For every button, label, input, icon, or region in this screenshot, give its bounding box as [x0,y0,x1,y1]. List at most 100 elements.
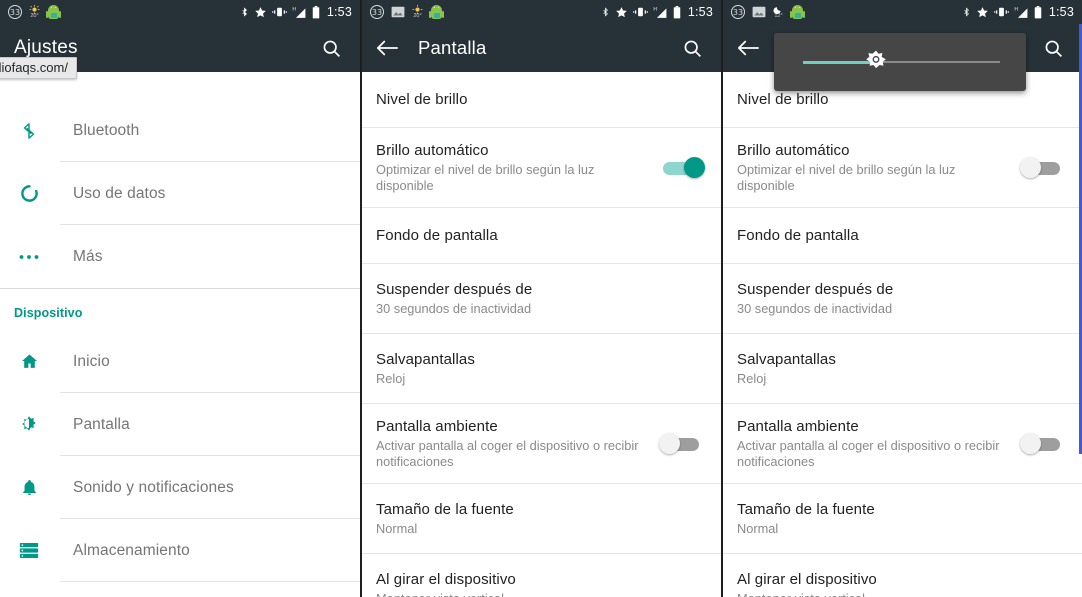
weather-temperature-label: 20° [413,12,422,19]
sidebar-item-almacenamiento[interactable]: Almacenamiento [0,519,360,582]
signal-h-icon: H [1014,6,1028,18]
setting-row-suspender-despues-de[interactable]: Suspender después de 30 segundos de inac… [723,264,1082,334]
status-bar-left-icons: 33 20° [370,4,444,20]
sidebar-item-inicio[interactable]: Inicio [0,330,360,393]
svg-text:H: H [653,6,657,12]
star-icon [616,6,627,17]
setting-title: Brillo automático [376,142,489,159]
setting-row-salvapantallas[interactable]: Salvapantallas Reloj [723,334,1082,404]
brightness-slider-popup[interactable] [774,33,1026,91]
setting-row-salvapantallas[interactable]: Salvapantallas Reloj [362,334,721,404]
notification-count-badge: 33 [370,5,384,19]
bluetooth-icon [14,121,44,141]
drawer-section-gap [0,288,360,296]
toggle-brillo-automatico[interactable] [659,156,705,179]
toggle-pantalla-ambiente[interactable] [1020,432,1066,455]
sidebar-item-pantalla[interactable]: Pantalla [0,393,360,456]
status-bar-right-icons: H 1:53 [962,5,1074,19]
list-divider [60,581,360,582]
setting-row-suspender-despues-de[interactable]: Suspender después de 30 segundos de inac… [362,264,721,334]
sidebar-item-mas[interactable]: Más [0,225,360,288]
back-arrow-icon[interactable] [376,39,398,57]
setting-title: Nivel de brillo [737,91,829,108]
screenshot-image-icon [752,6,766,18]
storage-icon [14,542,44,559]
settings-list-panel2: Nivel de brillo Brillo automático Optimi… [362,72,721,597]
setting-subtitle: Mantener vista vertical [737,591,1007,597]
setting-row-brillo-automatico[interactable]: Brillo automático Optimizar el nivel de … [723,128,1082,208]
sidebar-item-label: Bluetooth [73,121,140,139]
setting-title: Pantalla ambiente [376,418,498,435]
more-dots-icon [14,254,44,260]
signal-h-icon: H [653,6,667,18]
setting-title: Fondo de pantalla [376,227,498,244]
sun-icon: 20° [29,4,40,20]
setting-title: Brillo automático [737,142,850,159]
sidebar-item-bluetooth[interactable]: Bluetooth [0,99,360,162]
setting-subtitle: Reloj [737,371,767,386]
bluetooth-icon [603,7,608,17]
vibrate-icon [994,7,1009,17]
clock-label: 1:53 [326,5,352,19]
setting-row-nivel-de-brillo[interactable]: Nivel de brillo [362,72,721,128]
setting-row-pantalla-ambiente[interactable]: Pantalla ambiente Activar pantalla al co… [723,404,1082,484]
sidebar-item-label: Inicio [73,352,110,370]
setting-subtitle: Optimizar el nivel de brillo según la lu… [376,162,595,193]
setting-subtitle: Activar pantalla al coger el dispositivo… [737,438,1000,469]
setting-title: Nivel de brillo [376,91,468,108]
setting-row-brillo-automatico[interactable]: Brillo automático Optimizar el nivel de … [362,128,721,208]
page-title: Ajustes [14,37,78,58]
search-icon[interactable] [677,33,707,63]
svg-text:H: H [1014,6,1018,12]
setting-title: Tamaño de la fuente [737,501,875,518]
back-arrow-icon[interactable] [737,39,759,57]
clock-label: 1:53 [1048,5,1074,19]
status-bar-left-icons: 33 20° [8,4,61,20]
battery-icon [312,5,320,18]
vibrate-icon [633,7,648,17]
sidebar-item-label: Uso de datos [73,184,166,202]
status-bar-left-icons: 33 12° [731,4,805,20]
sidebar-item-label: Pantalla [73,415,130,433]
search-icon[interactable] [1038,33,1068,63]
setting-row-pantalla-ambiente[interactable]: Pantalla ambiente Activar pantalla al co… [362,404,721,484]
toggle-pantalla-ambiente[interactable] [659,432,705,455]
sidebar-item-label: Almacenamiento [73,541,190,559]
search-icon[interactable] [316,33,346,63]
sidebar-item-uso-de-datos[interactable]: Uso de datos [0,162,360,225]
sidebar-item-sonido-y-notificaciones[interactable]: Sonido y notificaciones [0,456,360,519]
setting-title: Suspender después de [376,281,533,298]
setting-subtitle: Optimizar el nivel de brillo según la lu… [737,162,956,193]
setting-title: Al girar el dispositivo [737,571,877,588]
setting-row-tamano-de-la-fuente[interactable]: Tamaño de la fuente Normal [362,484,721,554]
setting-title: Fondo de pantalla [737,227,859,244]
setting-row-tamano-de-la-fuente[interactable]: Tamaño de la fuente Normal [723,484,1082,554]
status-bar-panel2: 33 20° H 1:53 [362,0,721,24]
brightness-sun-icon[interactable] [863,49,889,75]
three-panel-screenshot-strip: 33 20° H 1:53 Ajustes iofaqs.com/ Blueto… [0,0,1082,597]
toggle-brillo-automatico[interactable] [1020,156,1066,179]
setting-title: Al girar el dispositivo [376,571,516,588]
android-robot-icon [429,4,444,20]
setting-row-al-girar-el-dispositivo[interactable]: Al girar el dispositivo Mantener vista v… [362,554,721,597]
signal-h-icon: H [292,6,306,18]
clock-label: 1:53 [687,5,713,19]
setting-subtitle: Mantener vista vertical [376,591,646,597]
data-usage-icon [14,184,44,203]
star-icon [977,6,988,17]
home-icon [14,352,44,371]
status-bar-panel1: 33 20° H 1:53 [0,0,360,24]
setting-row-al-girar-el-dispositivo[interactable]: Al girar el dispositivo Mantener vista v… [723,554,1082,597]
star-icon [255,6,266,17]
screenshot-image-icon [391,6,405,18]
setting-subtitle: Normal [737,521,779,536]
drawer-section-header: Dispositivo [14,306,83,320]
setting-title: Tamaño de la fuente [376,501,514,518]
settings-list-panel3: Nivel de brillo Brillo automático Optimi… [723,72,1082,597]
svg-text:H: H [292,6,296,12]
panel-display-settings-with-slider: 33 12° H 1:53 Nivel de brillo Brillo aut… [721,0,1082,597]
setting-row-fondo-de-pantalla[interactable]: Fondo de pantalla [723,208,1082,264]
bluetooth-icon [964,7,969,17]
setting-subtitle: Reloj [376,371,406,386]
setting-row-fondo-de-pantalla[interactable]: Fondo de pantalla [362,208,721,264]
